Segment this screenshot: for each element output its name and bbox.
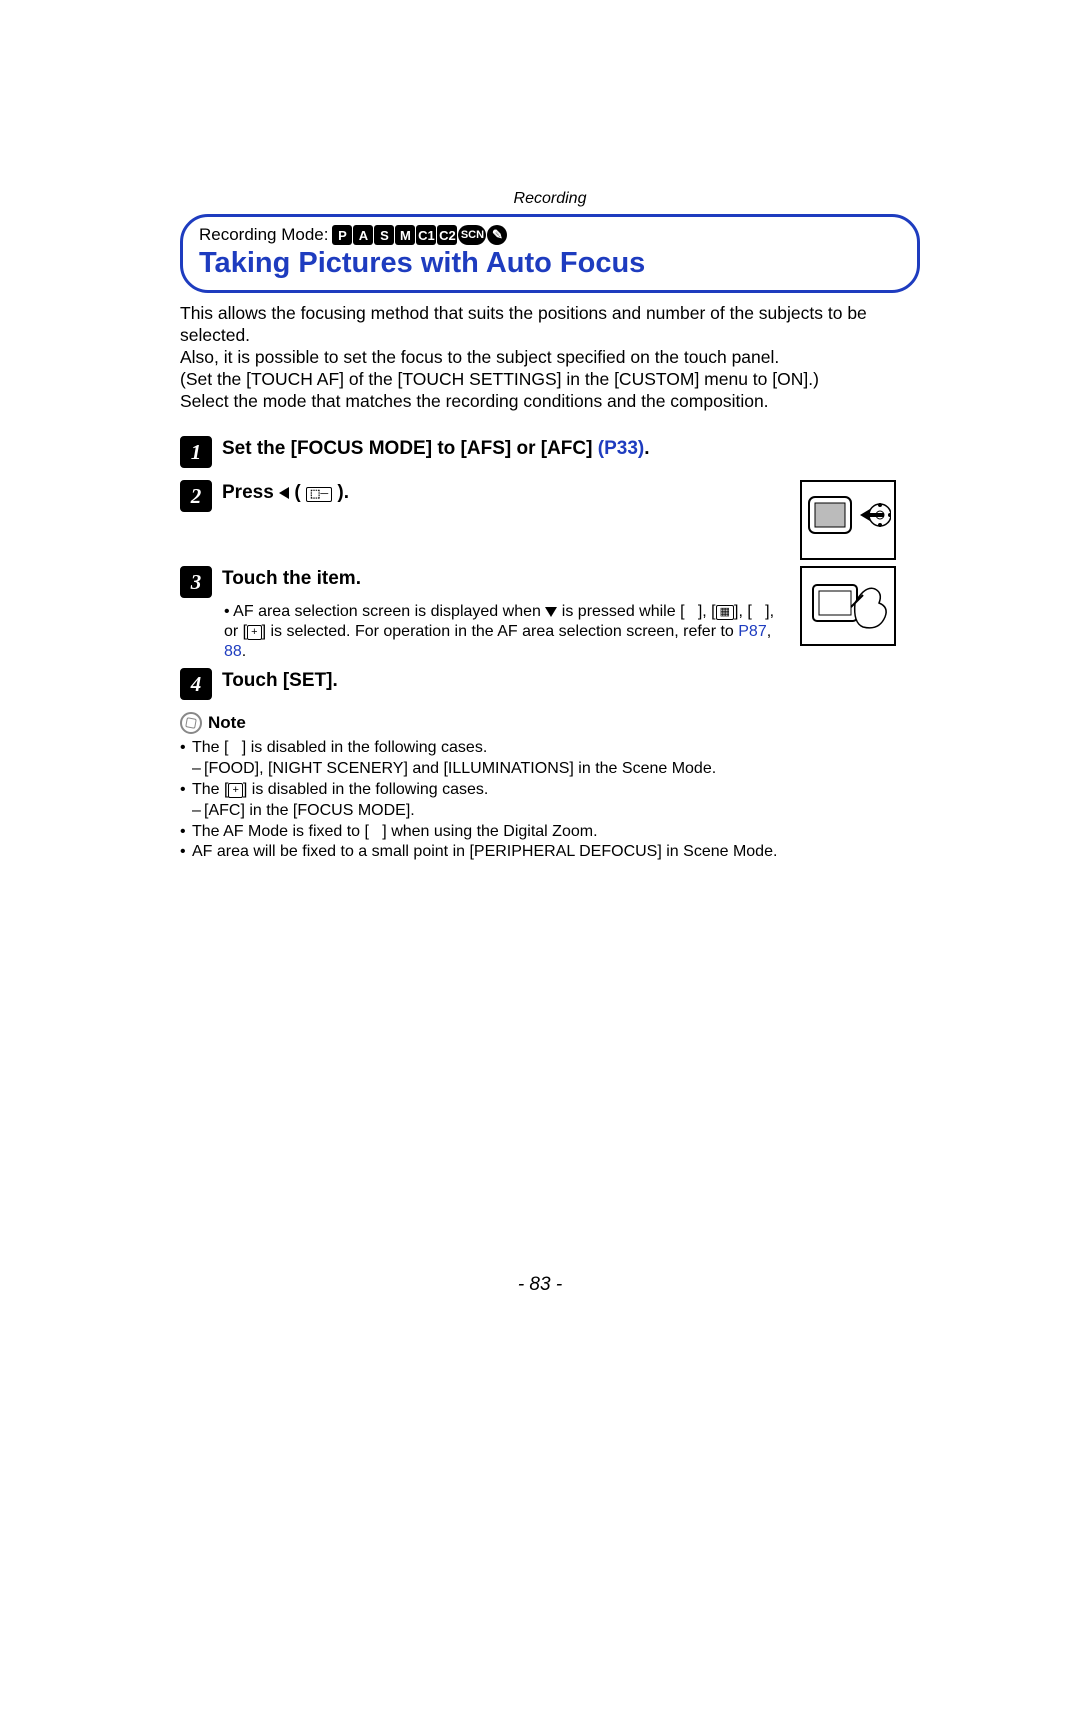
step-2-label-b: ( — [289, 482, 306, 503]
mode-m-icon: M — [395, 225, 415, 245]
note-list: •The [ ] is disabled in the following ca… — [180, 738, 920, 863]
multi-area-icon: ▦ — [716, 605, 734, 620]
mode-icons: P A S M C1 C2 SCN ✎ — [332, 225, 507, 245]
mode-c2-icon: C2 — [437, 225, 457, 245]
mode-scn-icon: SCN — [458, 225, 486, 245]
step-3-detail: • AF area selection screen is displayed … — [224, 602, 790, 662]
mode-c1-icon: C1 — [416, 225, 436, 245]
note-item-4: •AF area will be fixed to a small point … — [180, 842, 920, 863]
note-2a-pre: The [ — [192, 781, 228, 798]
step-1-label-end: . — [644, 438, 649, 459]
step-2-number: 2 — [180, 480, 212, 512]
step-3-detail-d: ] is selected. For operation in the AF a… — [262, 623, 739, 640]
mode-a-icon: A — [353, 225, 373, 245]
recording-mode-label: Recording Mode: — [199, 225, 328, 245]
note-item-1-sub: –[FOOD], [NIGHT SCENERY] and [ILLUMINATI… — [192, 759, 920, 780]
step-4-number: 4 — [180, 668, 212, 700]
intro-text: This allows the focusing method that sui… — [180, 303, 920, 412]
step-3-detail-e: . — [242, 643, 246, 660]
step-3-detail-b: is pressed while [ ], [ — [557, 603, 715, 620]
camera-dpad-illustration — [800, 480, 896, 560]
step-2-text: Press ( ⬚─ ). — [222, 480, 349, 504]
down-arrow-icon — [545, 607, 557, 617]
af-area-icon: ⬚─ — [306, 487, 332, 502]
step-3-detail-a: AF area selection screen is displayed wh… — [233, 603, 545, 620]
recording-mode-row: Recording Mode: P A S M C1 C2 SCN ✎ — [199, 225, 901, 245]
link-p87[interactable]: P87 — [738, 623, 766, 640]
left-arrow-icon — [279, 487, 289, 499]
step-1: 1 Set the [FOCUS MODE] to [AFS] or [AFC]… — [180, 436, 920, 468]
intro-p4: Select the mode that matches the recordi… — [180, 391, 769, 411]
note-4: AF area will be fixed to a small point i… — [192, 842, 777, 863]
step-4-text: Touch [SET]. — [222, 668, 338, 692]
mode-s-icon: S — [374, 225, 394, 245]
intro-p1: This allows the focusing method that sui… — [180, 303, 867, 345]
section-header: Recording — [180, 190, 920, 208]
step-3-number: 3 — [180, 566, 212, 598]
plus-icon: + — [247, 625, 261, 640]
step-1-link[interactable]: (P33) — [598, 438, 644, 459]
note-header: Note — [180, 712, 920, 734]
plus-box-icon: + — [228, 783, 242, 798]
intro-p3: (Set the [TOUCH AF] of the [TOUCH SETTIN… — [180, 369, 819, 389]
step-2: 2 Press ( ⬚─ ). — [180, 480, 790, 512]
step-2-label-c: ). — [332, 482, 349, 503]
note-3: The AF Mode is fixed to [ ] when using t… — [192, 822, 598, 843]
touch-hand-illustration — [800, 566, 896, 646]
note-1a: The [ ] is disabled in the following cas… — [192, 738, 487, 759]
link-p88[interactable]: 88 — [224, 643, 242, 660]
note-heading-text: Note — [208, 713, 246, 733]
note-icon — [180, 712, 202, 734]
note-item-2: •The [+] is disabled in the following ca… — [180, 780, 920, 801]
mode-p-icon: P — [332, 225, 352, 245]
page-title: Taking Pictures with Auto Focus — [199, 247, 901, 280]
note-1b: [FOOD], [NIGHT SCENERY] and [ILLUMINATIO… — [204, 759, 716, 780]
intro-p2: Also, it is possible to set the focus to… — [180, 347, 779, 367]
note-2b: [AFC] in the [FOCUS MODE]. — [204, 801, 415, 822]
step-1-label: Set the [FOCUS MODE] to [AFS] or [AFC] — [222, 438, 592, 459]
step-1-number: 1 — [180, 436, 212, 468]
step-3-text: Touch the item. — [222, 566, 361, 590]
note-item-2-sub: –[AFC] in the [FOCUS MODE]. — [192, 801, 920, 822]
step-2-label-a: Press — [222, 482, 279, 503]
page-number: - 83 - — [0, 1274, 1080, 1296]
mode-custom-icon: ✎ — [487, 225, 507, 245]
step-4: 4 Touch [SET]. — [180, 668, 920, 700]
note-item-1: •The [ ] is disabled in the following ca… — [180, 738, 920, 759]
step-3: 3 Touch the item. — [180, 566, 790, 598]
step-1-text: Set the [FOCUS MODE] to [AFS] or [AFC] (… — [222, 436, 650, 460]
title-box: Recording Mode: P A S M C1 C2 SCN ✎ Taki… — [180, 214, 920, 293]
note-item-3: •The AF Mode is fixed to [ ] when using … — [180, 822, 920, 843]
note-2a-post: ] is disabled in the following cases. — [243, 781, 488, 798]
